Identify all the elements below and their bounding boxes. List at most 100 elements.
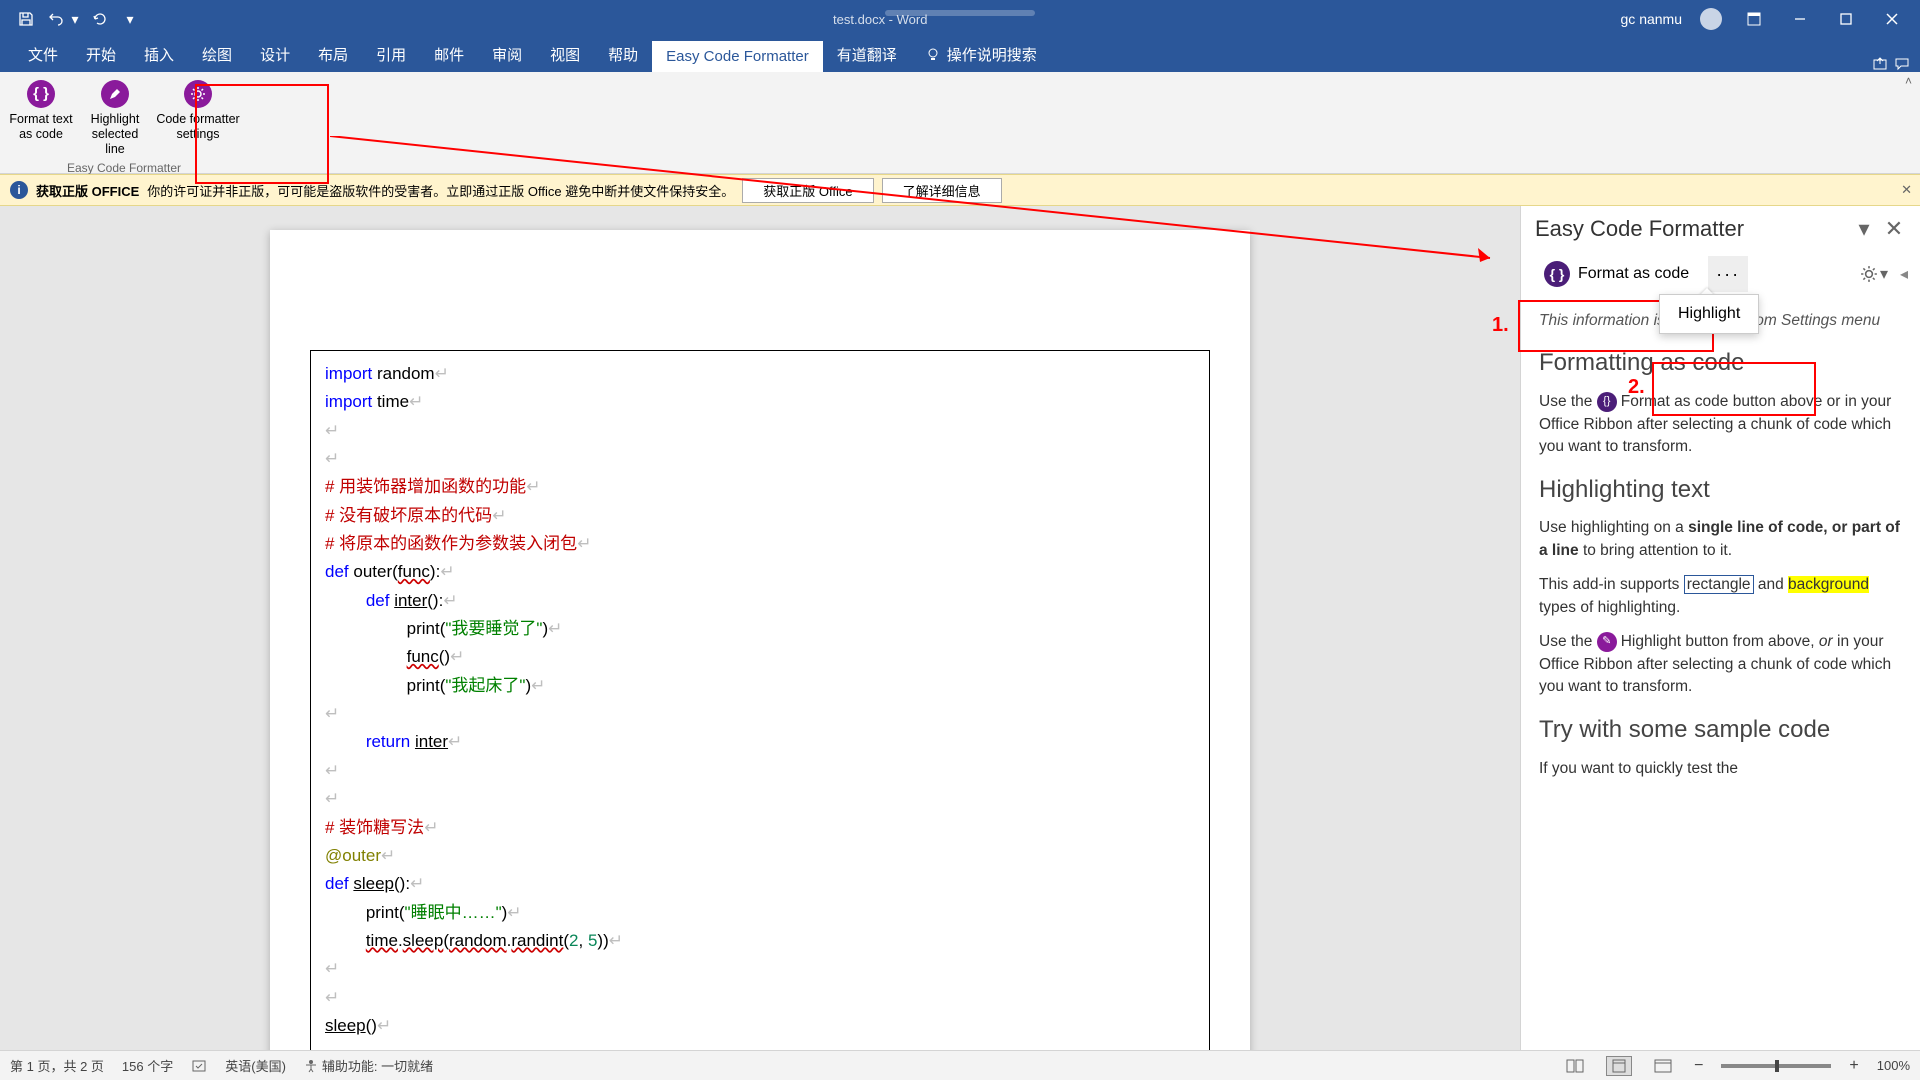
code-kw: def xyxy=(325,874,349,893)
read-mode-icon[interactable] xyxy=(1562,1056,1588,1076)
print-layout-icon[interactable] xyxy=(1606,1056,1632,1076)
zoom-slider[interactable] xyxy=(1721,1064,1831,1068)
zoom-out-icon[interactable]: − xyxy=(1694,1057,1703,1075)
task-pane-body: This information is accessible from Sett… xyxy=(1521,302,1920,810)
document-canvas[interactable]: import random↵ import time↵ ↵ ↵ # 用装饰器增加… xyxy=(0,206,1520,1050)
code-text: inter xyxy=(394,591,427,610)
msgbar-close-icon[interactable]: ✕ xyxy=(1901,182,1912,198)
tab-layout[interactable]: 布局 xyxy=(304,37,362,72)
code-kw: import xyxy=(325,364,372,383)
code-text: , xyxy=(578,931,587,950)
annotation-label-1: 1. xyxy=(1492,314,1509,337)
tab-design[interactable]: 设计 xyxy=(246,37,304,72)
para-highlight-3: Use the ✎Highlight button from above, or… xyxy=(1539,631,1902,698)
titlebar: ▾ ▾ test.docx - Word gc nanmu xyxy=(0,0,1920,38)
accessibility-icon[interactable]: 辅助功能: 一切就绪 xyxy=(304,1056,433,1075)
code-text: (): xyxy=(394,874,410,893)
redo-icon[interactable] xyxy=(90,9,110,29)
tab-easy-code-formatter[interactable]: Easy Code Formatter xyxy=(652,41,823,72)
code-text: (): xyxy=(427,591,443,610)
code-block[interactable]: import random↵ import time↵ ↵ ↵ # 用装饰器增加… xyxy=(310,350,1210,1050)
tab-youdao[interactable]: 有道翻译 xyxy=(823,37,911,72)
user-name[interactable]: gc nanmu xyxy=(1621,11,1682,27)
status-a11y-label: 辅助功能: 一切就绪 xyxy=(322,1056,433,1075)
code-text: () xyxy=(439,647,450,666)
ribbon-group-label: Easy Code Formatter xyxy=(67,161,181,175)
tab-view[interactable]: 视图 xyxy=(536,37,594,72)
spellcheck-icon[interactable] xyxy=(191,1058,207,1074)
tell-me[interactable]: 操作说明搜索 xyxy=(911,37,1051,72)
save-icon[interactable] xyxy=(16,9,36,29)
qat-dropdown-icon[interactable]: ▾ xyxy=(120,9,140,29)
para-formatting: Use the {}Format as code button above or… xyxy=(1539,391,1902,458)
ribbon-display-icon[interactable] xyxy=(1740,5,1768,33)
tab-draw[interactable]: 绘图 xyxy=(188,37,246,72)
gear-icon xyxy=(184,80,212,108)
code-comment: # 将原本的函数作为参数装入闭包 xyxy=(325,534,577,553)
tell-me-label: 操作说明搜索 xyxy=(947,44,1037,65)
tab-home[interactable]: 开始 xyxy=(72,37,130,72)
gear-icon xyxy=(1860,265,1878,283)
close-icon[interactable] xyxy=(1878,5,1906,33)
info-icon: i xyxy=(10,181,28,199)
more-options-button[interactable]: ··· xyxy=(1708,256,1748,292)
status-language[interactable]: 英语(美国) xyxy=(225,1056,286,1075)
highlight-option-label: Highlight xyxy=(1678,305,1740,322)
braces-icon: { } xyxy=(27,80,55,108)
chevron-down-icon: ▾ xyxy=(1880,264,1888,284)
tab-insert[interactable]: 插入 xyxy=(130,37,188,72)
code-text: print( xyxy=(407,676,446,695)
ribbon-btn1-l2: as code xyxy=(19,127,63,142)
code-formatter-settings-button[interactable]: Code formatter settings xyxy=(152,78,244,159)
status-bar: 第 1 页，共 2 页 156 个字 英语(美国) 辅助功能: 一切就绪 − +… xyxy=(0,1050,1920,1080)
tab-file[interactable]: 文件 xyxy=(14,37,72,72)
status-page[interactable]: 第 1 页，共 2 页 xyxy=(10,1056,104,1075)
code-text: time xyxy=(366,931,398,950)
comments-icon[interactable] xyxy=(1894,56,1910,72)
code-text: sleep xyxy=(353,874,394,893)
get-genuine-office-button[interactable]: 获取正版 Office xyxy=(742,178,873,203)
web-layout-icon[interactable] xyxy=(1650,1056,1676,1076)
ribbon-btn2-l1: Highlight xyxy=(91,112,140,127)
task-pane: Easy Code Formatter ▾ ✕ { } Format as co… xyxy=(1520,206,1920,1050)
format-as-code-label: Format as code xyxy=(1578,265,1689,283)
tab-mailings[interactable]: 邮件 xyxy=(420,37,478,72)
msgbar-title: 获取正版 OFFICE xyxy=(36,181,139,200)
activation-message-bar: i 获取正版 OFFICE 你的许可证并非正版，可可能是盗版软件的受害者。立即通… xyxy=(0,174,1920,206)
tab-references[interactable]: 引用 xyxy=(362,37,420,72)
tab-help[interactable]: 帮助 xyxy=(594,37,652,72)
task-pane-close-icon[interactable]: ✕ xyxy=(1882,217,1906,241)
learn-more-button[interactable]: 了解详细信息 xyxy=(882,178,1002,203)
code-text: func xyxy=(398,562,430,581)
status-word-count[interactable]: 156 个字 xyxy=(122,1056,173,1075)
zoom-in-icon[interactable]: + xyxy=(1849,1057,1858,1075)
code-text: outer( xyxy=(349,562,398,581)
collapse-ribbon-icon[interactable]: ˄ xyxy=(1905,74,1912,88)
task-pane-dropdown-icon[interactable]: ▾ xyxy=(1852,217,1876,241)
format-text-as-code-button[interactable]: { } Format text as code xyxy=(4,78,78,159)
code-kw: return xyxy=(366,732,410,751)
para-highlight-2: This add-in supports rectangle and backg… xyxy=(1539,574,1902,619)
minimize-icon[interactable] xyxy=(1786,5,1814,33)
highlight-option[interactable]: Highlight xyxy=(1659,294,1759,334)
code-comment: # 没有破坏原本的代码 xyxy=(325,506,492,525)
collapse-pane-icon[interactable]: ◂ xyxy=(1900,264,1908,284)
undo-icon[interactable] xyxy=(46,9,66,29)
share-icon[interactable] xyxy=(1872,56,1888,72)
code-text: print( xyxy=(407,619,446,638)
code-num: 5 xyxy=(588,931,597,950)
highlight-selected-line-button[interactable]: Highlight selected line xyxy=(78,78,152,159)
ribbon-btn3-l1: Code formatter xyxy=(156,112,239,127)
code-kw: import xyxy=(325,392,372,411)
undo-dropdown-icon[interactable]: ▾ xyxy=(70,9,80,29)
user-avatar[interactable] xyxy=(1700,8,1722,30)
pane-settings-button[interactable]: ▾ xyxy=(1860,264,1888,284)
tab-review[interactable]: 审阅 xyxy=(478,37,536,72)
annotation-label-2: 2. xyxy=(1628,376,1645,399)
lightbulb-icon xyxy=(925,47,941,63)
heading-formatting: Formatting as code xyxy=(1539,346,1902,381)
format-as-code-button[interactable]: { } Format as code xyxy=(1533,254,1700,294)
heading-sample: Try with some sample code xyxy=(1539,713,1902,748)
maximize-icon[interactable] xyxy=(1832,5,1860,33)
zoom-level[interactable]: 100% xyxy=(1877,1058,1910,1073)
